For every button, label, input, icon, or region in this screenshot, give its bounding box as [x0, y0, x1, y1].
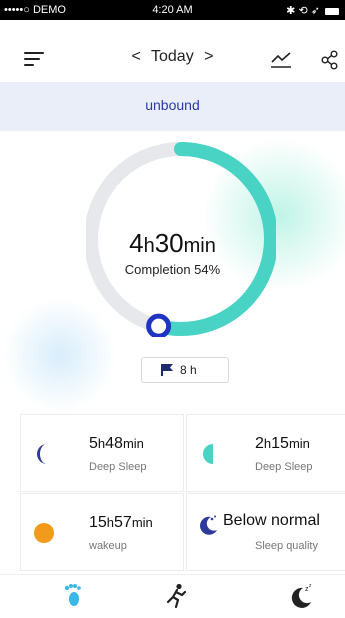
completion-label: Completion 54% [124, 262, 221, 277]
battery-icon [325, 7, 339, 15]
sleep-total-duration: 4h30min [0, 228, 345, 259]
half-moon-icon [203, 444, 213, 464]
stat-label: wakeup [89, 540, 127, 552]
date-title[interactable]: Today [151, 48, 194, 65]
sleep-quality-icon [200, 515, 217, 535]
bottom-tab-bar: z z [0, 574, 345, 618]
sleep-goal-value: 8 h [180, 363, 197, 377]
flag-icon [161, 364, 173, 376]
stat-value: 15h57min [89, 514, 153, 531]
svg-text:z: z [309, 583, 312, 589]
ring-progress-knob [146, 313, 172, 337]
rotation-icon: ⟲ [298, 5, 308, 17]
sun-dot-icon [34, 523, 54, 543]
stat-cell-deep-sleep[interactable]: 5h48min Deep Sleep [20, 414, 184, 492]
stat-label: Sleep quality [255, 540, 318, 552]
bluetooth-icon: ✱ [286, 5, 296, 17]
sleep-minutes-unit: min [183, 235, 216, 257]
stat-value: 5h48min [89, 435, 144, 452]
device-status-text: unbound [145, 97, 200, 113]
sleep-tab-icon[interactable]: z z [288, 583, 314, 609]
stat-value: 2h15min [255, 435, 310, 452]
stat-cell-light-sleep[interactable]: 2h15min Deep Sleep [186, 414, 345, 492]
next-day-button[interactable]: > [198, 48, 219, 66]
stat-cell-wakeup[interactable]: 15h57min wakeup [20, 493, 184, 571]
stat-value: Below normal [223, 512, 320, 529]
status-bar: •••••○ DEMO 4:20 AM ✱ ⟲ ➶ [0, 0, 345, 20]
location-icon: ➶ [310, 5, 320, 17]
trend-chart-icon[interactable] [270, 50, 292, 70]
running-icon[interactable] [164, 583, 188, 609]
sleep-minutes: 30 [154, 228, 184, 258]
share-icon[interactable] [321, 50, 339, 70]
footsteps-icon[interactable] [60, 583, 84, 609]
sleep-hours-unit: h [143, 235, 155, 257]
status-icons: ✱ ⟲ ➶ [286, 4, 339, 17]
stat-cell-sleep-quality[interactable]: Below normal Sleep quality [186, 493, 345, 571]
sleep-hours: 4 [129, 228, 144, 258]
moon-icon [37, 444, 47, 464]
prev-day-button[interactable]: < [126, 48, 147, 66]
device-status-banner[interactable]: unbound [0, 82, 345, 131]
stat-label: Deep Sleep [255, 461, 313, 473]
date-navigator: < Today > [0, 48, 345, 66]
sleep-goal-button[interactable]: 8 h [141, 357, 229, 383]
stat-label: Deep Sleep [89, 461, 147, 473]
nav-bar: < Today > [0, 20, 345, 82]
